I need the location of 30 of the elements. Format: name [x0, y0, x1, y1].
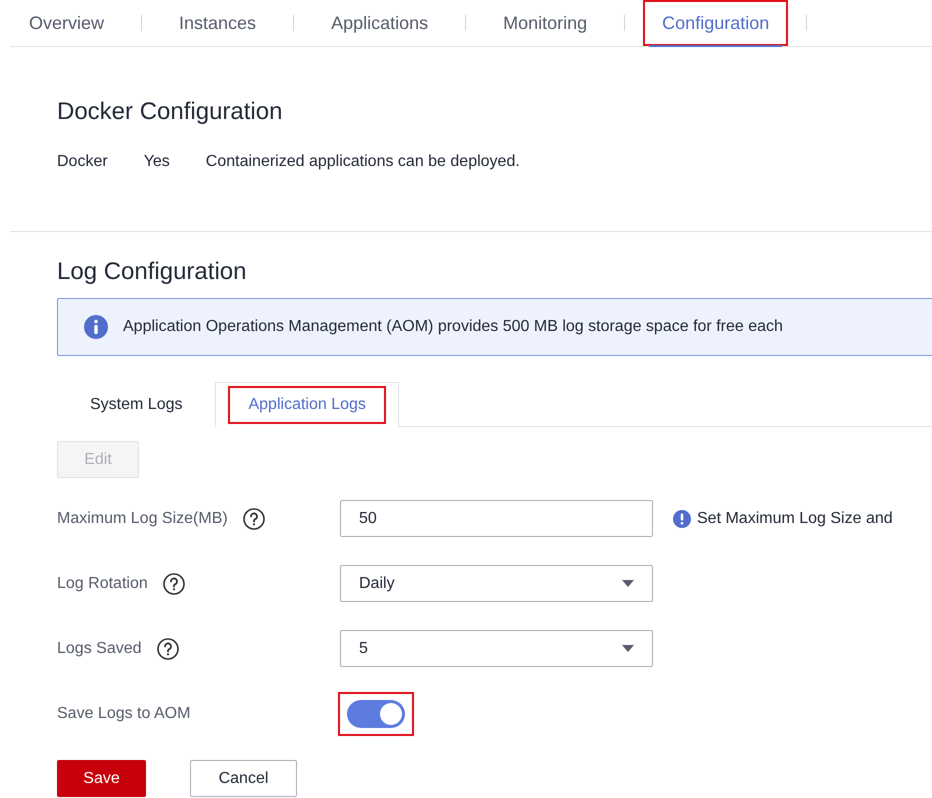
dropdown-icon: [622, 580, 634, 587]
field-label: Maximum Log Size(MB): [57, 510, 228, 528]
nav-tab[interactable]: Configuration: [643, 0, 788, 46]
nav-tab[interactable]: Overview: [10, 0, 124, 46]
section-title: Log Configuration: [57, 258, 248, 286]
info-icon: [84, 315, 108, 339]
section-title: Docker Configuration: [57, 98, 284, 126]
help-icon[interactable]: [162, 572, 186, 596]
select-field[interactable]: 5: [340, 630, 653, 667]
docker-description: Containerized applications can be deployed.: [206, 153, 520, 171]
toggle-switch[interactable]: [340, 694, 412, 734]
docker-value: Yes: [144, 153, 170, 171]
field-label: Log Rotation: [57, 574, 148, 592]
dropdown-icon: [622, 645, 634, 652]
help-icon[interactable]: [156, 636, 180, 660]
nav-tab[interactable]: Instances: [160, 0, 276, 46]
field-label: Logs Saved: [57, 640, 142, 658]
docker-label: Docker: [57, 153, 108, 171]
log-size-field[interactable]: 50: [340, 500, 653, 537]
cancel-button[interactable]: Cancel: [190, 760, 297, 797]
nav-tab[interactable]: Applications: [312, 0, 448, 46]
save-button[interactable]: Save: [57, 760, 146, 797]
banner-text: Application Operations Management (AOM) provides 500 MB log storage space for free each: [123, 318, 783, 336]
info-icon: [673, 510, 691, 528]
nav-tab[interactable]: Monitoring: [484, 0, 606, 46]
help-icon[interactable]: [242, 506, 266, 530]
log-tab[interactable]: Application Logs: [215, 382, 399, 427]
hint-text: Set Maximum Log Size and: [697, 510, 893, 528]
select-field[interactable]: Daily: [340, 565, 653, 602]
field-label: Save Logs to AOM: [57, 704, 190, 722]
